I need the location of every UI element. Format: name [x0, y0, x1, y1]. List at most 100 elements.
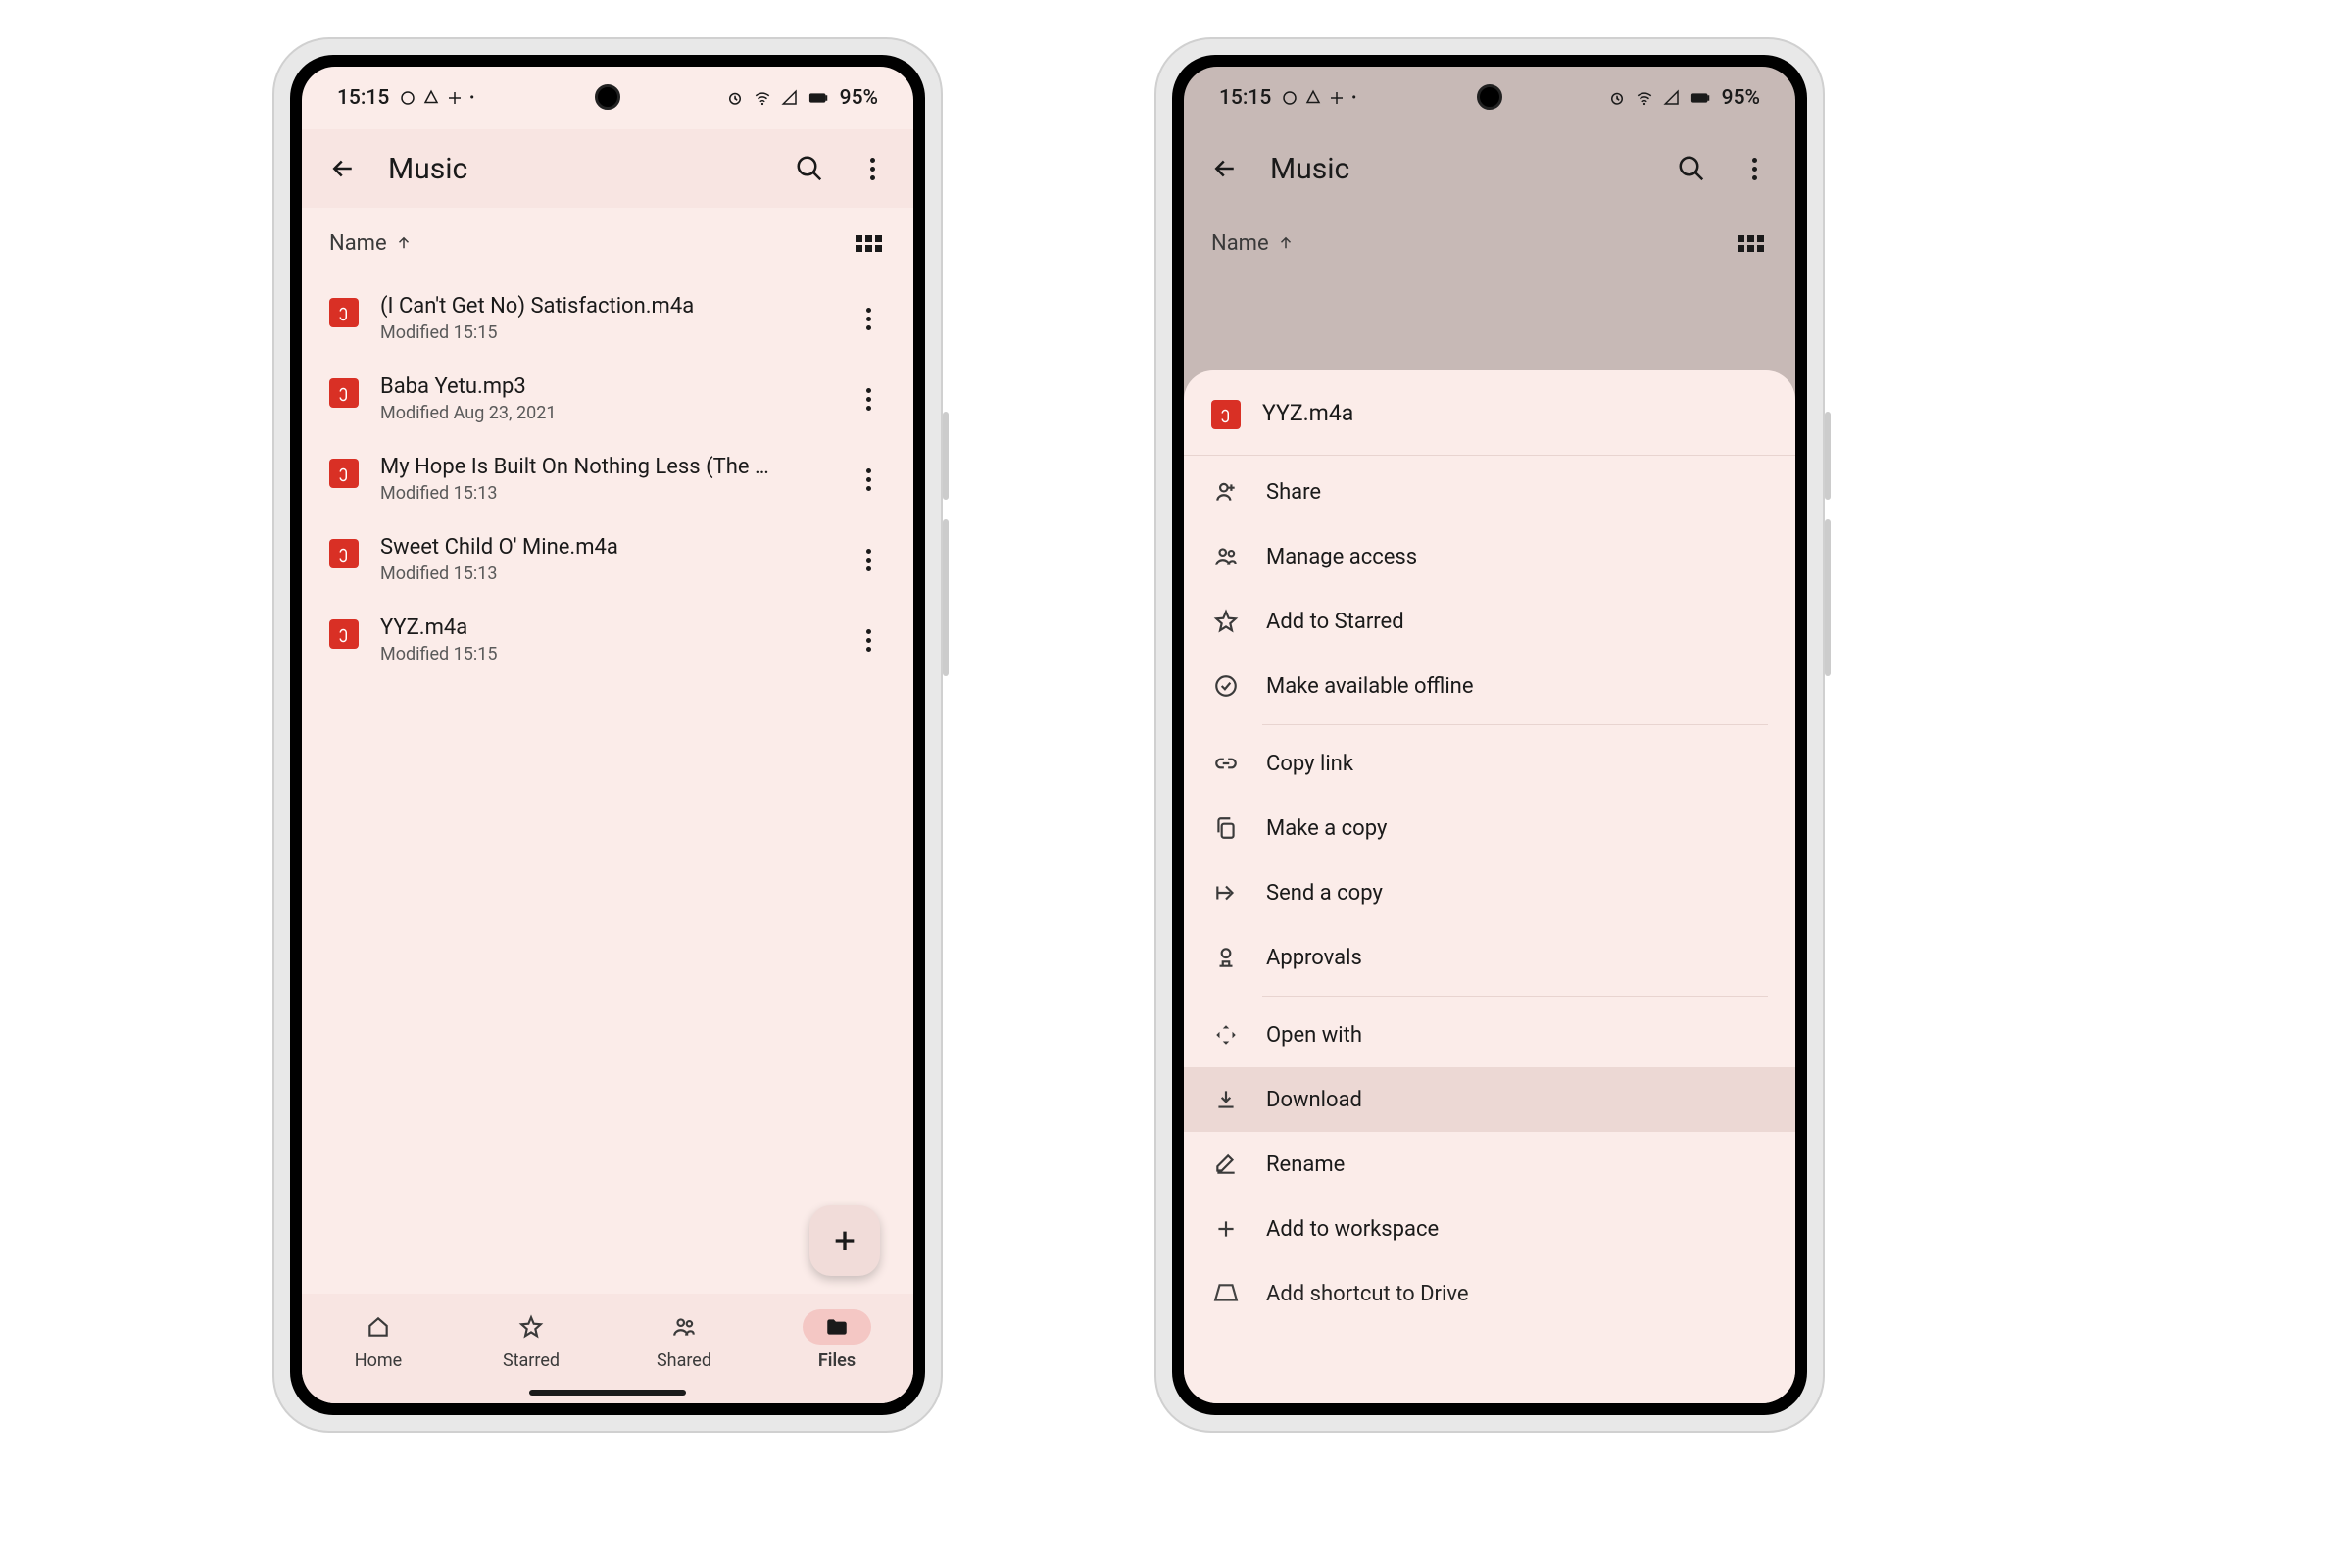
home-icon	[366, 1314, 391, 1340]
more-button[interactable]	[855, 151, 890, 186]
file-name: My Hope Is Built On Nothing Less (The …	[380, 455, 829, 479]
nav-label: Starred	[503, 1350, 560, 1371]
view-toggle-button[interactable]	[1733, 225, 1768, 261]
file-meta: Modified 15:15	[380, 644, 829, 664]
search-button[interactable]	[792, 151, 827, 186]
status-left-icons: •	[399, 89, 474, 107]
status-time: 15:15	[337, 86, 389, 110]
link-icon	[1211, 749, 1241, 778]
sheet-rename[interactable]: Rename	[1184, 1132, 1795, 1197]
audio-file-icon	[329, 378, 359, 408]
file-name: Baba Yetu.mp3	[380, 374, 829, 399]
sheet-divider	[1262, 724, 1768, 725]
context-sheet: YYZ.m4a Share Manage access Add to Starr…	[1184, 370, 1795, 1403]
sheet-open-with[interactable]: Open with	[1184, 1003, 1795, 1067]
nav-home[interactable]: Home	[302, 1294, 455, 1386]
audio-file-icon	[329, 459, 359, 488]
plus-icon	[829, 1225, 860, 1256]
sort-row: Name	[1184, 208, 1795, 278]
star-icon	[1211, 607, 1241, 636]
battery-icon	[808, 89, 830, 107]
file-name: YYZ.m4a	[380, 615, 829, 640]
battery-percent: 95%	[840, 86, 878, 110]
front-camera	[595, 84, 620, 110]
file-meta: Modified 15:13	[380, 564, 829, 584]
file-row[interactable]: Baba Yetu.mp3 Modified Aug 23, 2021	[329, 359, 886, 439]
sheet-offline[interactable]: Make available offline	[1184, 654, 1795, 718]
view-toggle-button[interactable]	[851, 225, 886, 261]
nav-shared[interactable]: Shared	[608, 1294, 760, 1386]
send-icon	[1211, 878, 1241, 907]
nav-starred[interactable]: Starred	[455, 1294, 608, 1386]
sort-button[interactable]: Name	[1211, 231, 1295, 256]
file-row[interactable]: (I Can't Get No) Satisfaction.m4a Modifi…	[329, 278, 886, 359]
copy-icon	[1211, 813, 1241, 843]
plus-icon	[1211, 1214, 1241, 1244]
sheet-divider	[1262, 996, 1768, 997]
sheet-send-copy[interactable]: Send a copy	[1184, 860, 1795, 925]
audio-file-icon	[329, 619, 359, 649]
sheet-add-workspace[interactable]: Add to workspace	[1184, 1197, 1795, 1261]
alarm-icon	[726, 89, 744, 107]
sheet-copy-link[interactable]: Copy link	[1184, 731, 1795, 796]
sheet-add-shortcut[interactable]: Add shortcut to Drive	[1184, 1261, 1795, 1326]
file-list: (I Can't Get No) Satisfaction.m4a Modifi…	[302, 278, 913, 680]
sheet-title: YYZ.m4a	[1262, 400, 1353, 426]
page-title: Music	[388, 152, 764, 186]
file-meta: Modified 15:13	[380, 483, 829, 504]
file-meta: Modified 15:15	[380, 322, 829, 343]
people-icon	[671, 1314, 697, 1340]
app-bar: Music	[302, 129, 913, 208]
more-vert-icon	[870, 158, 875, 180]
sort-label-text: Name	[329, 231, 387, 256]
signal-icon	[1663, 89, 1681, 107]
status-time: 15:15	[1219, 86, 1271, 110]
sheet-approvals[interactable]: Approvals	[1184, 925, 1795, 990]
grid-view-icon	[1738, 235, 1764, 252]
file-meta: Modified Aug 23, 2021	[380, 403, 829, 423]
file-name: Sweet Child O' Mine.m4a	[380, 535, 829, 560]
file-row-menu-button[interactable]	[851, 622, 886, 658]
more-vert-icon	[1752, 158, 1757, 180]
file-row[interactable]: Sweet Child O' Mine.m4a Modified 15:13	[329, 519, 886, 600]
back-button[interactable]	[325, 151, 361, 186]
audio-file-icon	[1211, 400, 1241, 429]
wifi-icon	[754, 89, 771, 107]
gesture-bar	[529, 1390, 686, 1396]
battery-icon	[1690, 89, 1712, 107]
file-row-menu-button[interactable]	[851, 301, 886, 336]
fab-new-button[interactable]	[809, 1205, 880, 1276]
sheet-add-starred[interactable]: Add to Starred	[1184, 589, 1795, 654]
wifi-icon	[1636, 89, 1653, 107]
nav-label: Files	[818, 1350, 856, 1371]
file-row[interactable]: My Hope Is Built On Nothing Less (The … …	[329, 439, 886, 519]
sort-button[interactable]: Name	[329, 231, 413, 256]
sheet-list: Share Manage access Add to Starred Make …	[1184, 456, 1795, 1330]
offline-icon	[1211, 671, 1241, 701]
sort-arrow-up-icon	[1277, 234, 1295, 252]
status-left-icons: •	[1281, 89, 1356, 107]
approvals-icon	[1211, 943, 1241, 972]
sheet-download[interactable]: Download	[1184, 1067, 1795, 1132]
file-row-menu-button[interactable]	[851, 381, 886, 416]
nav-label: Shared	[657, 1350, 711, 1371]
file-row[interactable]: YYZ.m4a Modified 15:15	[329, 600, 886, 680]
sheet-manage-access[interactable]: Manage access	[1184, 524, 1795, 589]
sheet-header: YYZ.m4a	[1184, 370, 1795, 456]
sort-row: Name	[302, 208, 913, 278]
nav-files[interactable]: Files	[760, 1294, 913, 1386]
people-icon	[1211, 542, 1241, 571]
bottom-nav: Home Starred Shared Files	[302, 1294, 913, 1403]
drive-shortcut-icon	[1211, 1279, 1241, 1308]
file-row-menu-button[interactable]	[851, 462, 886, 497]
audio-file-icon	[329, 539, 359, 568]
sheet-share[interactable]: Share	[1184, 460, 1795, 524]
audio-file-icon	[329, 298, 359, 327]
back-button[interactable]	[1207, 151, 1243, 186]
file-row-menu-button[interactable]	[851, 542, 886, 577]
search-button[interactable]	[1674, 151, 1709, 186]
page-title: Music	[1270, 152, 1646, 186]
rename-icon	[1211, 1150, 1241, 1179]
sheet-make-copy[interactable]: Make a copy	[1184, 796, 1795, 860]
more-button[interactable]	[1737, 151, 1772, 186]
